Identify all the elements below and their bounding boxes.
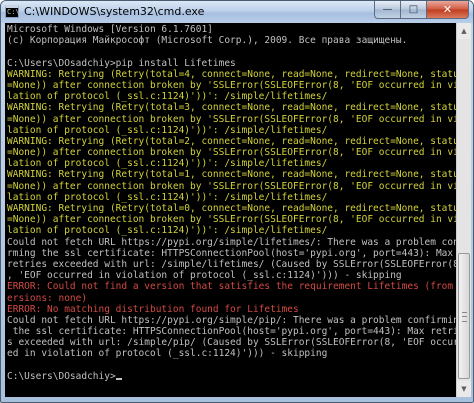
console-line: ersions: none) — [7, 293, 456, 304]
text-cursor — [115, 377, 122, 380]
console-line-text: =None)) after connection broken by 'SSLE… — [7, 79, 456, 91]
console-line-text: WARNING: Retrying (Retry(total=2, connec… — [7, 135, 456, 147]
console-line: (c) Корпорация Майкрософт (Microsoft Cor… — [7, 35, 456, 46]
console-line: =None)) after connection broken by 'SSLE… — [7, 80, 456, 91]
console-line: WARNING: Retrying (Retry(total=0, connec… — [7, 203, 456, 214]
window-bottom-border — [1, 397, 473, 402]
console-line-text: =None)) after connection broken by 'SSLE… — [7, 214, 456, 226]
console-line-text: lation of protocol (_ssl.c:1124)'))': /s… — [7, 124, 328, 136]
console-line: lation of protocol (_ssl.c:1124)'))': /s… — [7, 225, 456, 236]
console-line: =None)) after connection broken by 'SSLE… — [7, 147, 456, 158]
console-line-text: ERROR: Could not find a version that sat… — [7, 281, 456, 293]
console-line: lation of protocol (_ssl.c:1124)'))': /s… — [7, 192, 456, 203]
console-line-text: =None)) after connection broken by 'SSLE… — [7, 113, 456, 125]
console-line: WARNING: Retrying (Retry(total=3, connec… — [7, 102, 456, 113]
maximize-button[interactable]: □ — [400, 1, 426, 19]
window-title: C:\WINDOWS\system32\cmd.exe — [24, 5, 205, 18]
console-line-text: WARNING: Retrying (Retry(total=4, connec… — [7, 68, 456, 80]
console-line: Could not fetch URL https://pypi.org/sim… — [7, 237, 456, 248]
console-line-text: ersions: none) — [7, 292, 88, 304]
console-line-text: WARNING: Retrying (Retry(total=0, connec… — [7, 203, 456, 214]
console-lines: Microsoft Windows [Version 6.1.7601] (c) … — [7, 24, 456, 382]
caption-buttons: — □ ✕ — [374, 1, 469, 19]
vertical-scrollbar[interactable]: ▲ ▼ — [456, 23, 471, 397]
console-line: Could not fetch URL https://pypi.org/sim… — [7, 315, 456, 326]
cmd-icon-label: C:\ — [7, 8, 20, 16]
console-line-text: lation of protocol (_ssl.c:1124)'))': /s… — [7, 91, 328, 103]
console-line: =None)) after connection broken by 'SSLE… — [7, 214, 456, 225]
console-line-text: ERROR: No matching distribution found fo… — [7, 303, 299, 315]
console-line-text: WARNING: Retrying (Retry(total=3, connec… — [7, 102, 456, 114]
console-line: C:\Users\DOsadchiy> — [7, 371, 456, 382]
console-line-text: lation of protocol (_ssl.c:1124)'))': /s… — [7, 191, 328, 203]
console-line: ERROR: No matching distribution found fo… — [7, 304, 456, 315]
console-line-text: lation of protocol (_ssl.c:1124)'))': /s… — [7, 158, 328, 170]
console-output[interactable]: Microsoft Windows [Version 6.1.7601] (c) … — [5, 23, 456, 397]
console-line-text: Could not fetch URL https://pypi.org/sim… — [7, 236, 456, 248]
title-bar[interactable]: C:\ C:\WINDOWS\system32\cmd.exe — □ ✕ — [1, 1, 473, 23]
console-line: C:\Users\DOsadchiy>pip install Lifetimes — [7, 58, 456, 69]
console-line: WARNING: Retrying (Retry(total=2, connec… — [7, 136, 456, 147]
cmd-icon[interactable]: C:\ — [5, 5, 20, 18]
grip-icon — [462, 312, 467, 322]
console-line: WARNING: Retrying (Retry(total=1, connec… — [7, 169, 456, 180]
console-line-text: C:\Users\DOsadchiy> — [7, 370, 116, 382]
console-line: =None)) after connection broken by 'SSLE… — [7, 181, 456, 192]
close-button[interactable]: ✕ — [426, 1, 469, 19]
console-line-text: s exceeded with url: /simple/pip/ (Cause… — [7, 337, 456, 349]
console-line-text: retries exceeded with url: /simple/lifet… — [7, 258, 456, 270]
console-line: , 'EOF occurred in violation of protocol… — [7, 270, 456, 281]
console-line-text: , 'EOF occurred in violation of protocol… — [7, 270, 402, 282]
console-line: =None)) after connection broken by 'SSLE… — [7, 114, 456, 125]
console-line-text: lation of protocol (_ssl.c:1124)'))': /s… — [7, 225, 328, 237]
console-line: lation of protocol (_ssl.c:1124)'))': /s… — [7, 158, 456, 169]
console-line: the ssl certificate: HTTPSConnectionPool… — [7, 326, 456, 337]
console-line-text: C:\Users\DOsadchiy>pip install Lifetimes — [7, 57, 236, 69]
console-line-text: WARNING: Retrying (Retry(total=1, connec… — [7, 169, 456, 181]
console-line: rming the ssl certificate: HTTPSConnecti… — [7, 248, 456, 259]
console-line: ed in violation of protocol (_ssl.c:1124… — [7, 348, 456, 359]
console-line-text: =None)) after connection broken by 'SSLE… — [7, 180, 456, 192]
console-line: WARNING: Retrying (Retry(total=4, connec… — [7, 69, 456, 80]
console-line-text: the ssl certificate: HTTPSConnectionPool… — [7, 326, 456, 338]
console-line-text: (c) Корпорация Майкрософт (Microsoft Cor… — [7, 35, 408, 47]
console-line: retries exceeded with url: /simple/lifet… — [7, 259, 456, 270]
console-line-text: =None)) after connection broken by 'SSLE… — [7, 147, 456, 159]
console-line-text: Could not fetch URL https://pypi.org/sim… — [7, 314, 456, 326]
minimize-button[interactable]: — — [374, 1, 400, 19]
cmd-window: C:\ C:\WINDOWS\system32\cmd.exe — □ ✕ Mi… — [0, 0, 474, 403]
console-line: s exceeded with url: /simple/pip/ (Cause… — [7, 337, 456, 348]
console-line: ERROR: Could not find a version that sat… — [7, 281, 456, 292]
scroll-up-arrow-icon[interactable]: ▲ — [457, 23, 471, 39]
scrollbar-thumb[interactable] — [458, 253, 470, 379]
console-line-text: rming the ssl certificate: HTTPSConnecti… — [7, 247, 454, 259]
console-line: lation of protocol (_ssl.c:1124)'))': /s… — [7, 91, 456, 102]
console-line: lation of protocol (_ssl.c:1124)'))': /s… — [7, 125, 456, 136]
console-line-text: ed in violation of protocol (_ssl.c:1124… — [7, 348, 328, 360]
console-line: Microsoft Windows [Version 6.1.7601] — [7, 24, 456, 35]
scroll-down-arrow-icon[interactable]: ▼ — [457, 381, 471, 397]
console-line-text: Microsoft Windows [Version 6.1.7601] — [7, 24, 213, 35]
